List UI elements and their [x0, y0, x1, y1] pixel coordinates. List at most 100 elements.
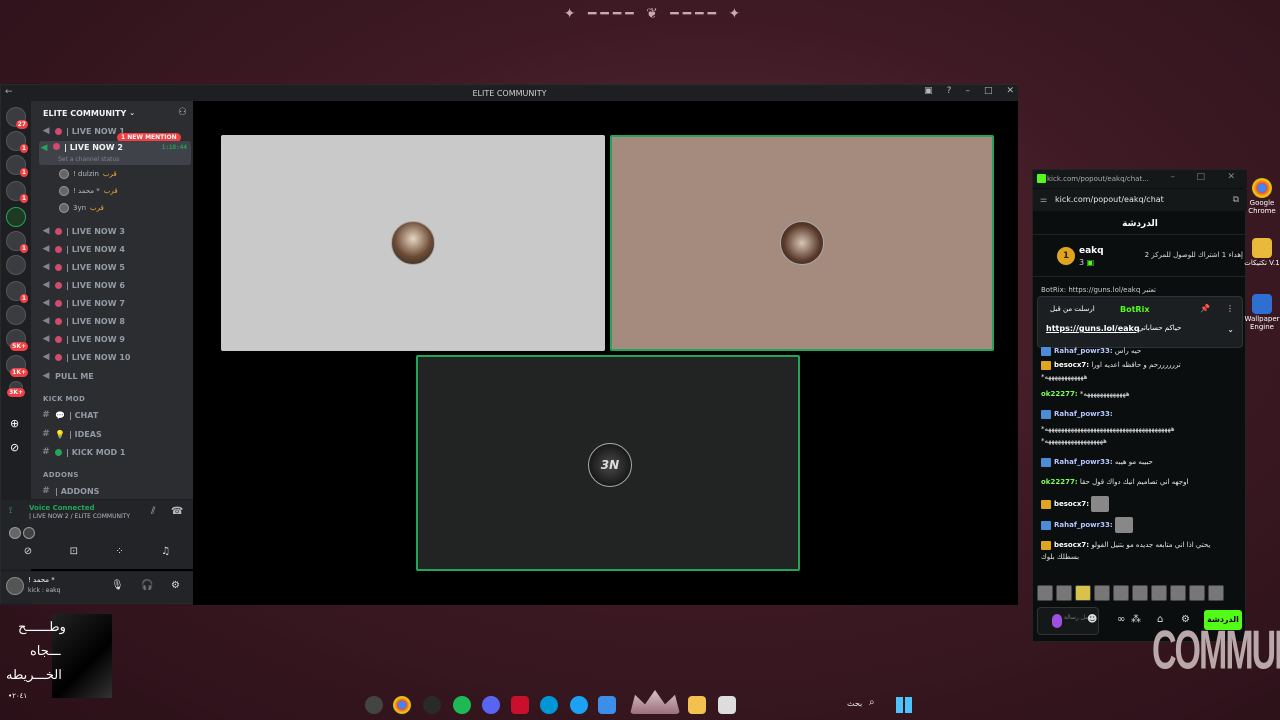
- sub-goal-banner[interactable]: 1 eakq 3 ▣ إهداء 1 اشتراك للوصول للمركز …: [1033, 237, 1247, 277]
- file-explorer-icon[interactable]: [688, 696, 706, 714]
- server-icon[interactable]: 27: [6, 107, 28, 129]
- chat-username[interactable]: Rahaf_powr33:: [1054, 521, 1113, 529]
- video-tile[interactable]: [221, 135, 605, 351]
- hp-icon[interactable]: [540, 696, 558, 714]
- voice-connected-title[interactable]: Voice Connected: [29, 504, 95, 512]
- tips-icon[interactable]: [570, 696, 588, 714]
- server-icon[interactable]: 1: [6, 231, 28, 253]
- chat-message[interactable]: Rahaf_powr33: حبيبه مو هيبه: [1041, 457, 1241, 467]
- screen-share-icon[interactable]: ⊡: [70, 546, 78, 557]
- notepad-icon[interactable]: [718, 696, 736, 714]
- server-icon[interactable]: 1: [6, 155, 28, 177]
- emote-icon[interactable]: [1094, 585, 1110, 601]
- users-icon[interactable]: ⁂: [1131, 614, 1141, 625]
- discover-icon[interactable]: ⊘: [10, 441, 19, 454]
- voice-user[interactable]: 3yn قرب: [59, 201, 104, 215]
- emote-icon[interactable]: [1113, 585, 1129, 601]
- minimize-button[interactable]: –: [965, 86, 970, 96]
- emote-icon[interactable]: [1056, 585, 1072, 601]
- pinned-link[interactable]: https://guns.lol/eakq: [1046, 324, 1140, 333]
- channel-status[interactable]: Set a channel status: [58, 156, 119, 163]
- chat-message[interactable]: Rahaf_powr33:: [1041, 409, 1241, 419]
- store-icon[interactable]: [598, 696, 616, 714]
- maximize-button[interactable]: □: [1196, 172, 1205, 182]
- taskbar-search[interactable]: بحث ⌕: [745, 696, 885, 714]
- inbox-icon[interactable]: ▣: [924, 86, 933, 96]
- desktop-icon-wallpaper-engine[interactable]: Wallpaper Engine: [1244, 294, 1280, 331]
- server-icon[interactable]: 1: [6, 281, 28, 303]
- close-button[interactable]: ✕: [1006, 86, 1014, 96]
- help-icon[interactable]: ?: [947, 86, 952, 96]
- category-kick-mod[interactable]: KICK MOD: [43, 395, 85, 403]
- guild-header[interactable]: ELITE COMMUNITY ⌄ ⚇: [31, 101, 193, 125]
- chat-message[interactable]: Rahaf_powr33:: [1041, 517, 1241, 533]
- channel-ideas[interactable]: # 💡 | IDEAS: [41, 426, 191, 442]
- chat-message[interactable]: besocx7:: [1041, 496, 1241, 512]
- category-addons[interactable]: ADDONS: [43, 471, 79, 479]
- chat-message[interactable]: ok22277: اوجهه اني تصاميم انيك دواك قول …: [1041, 477, 1241, 487]
- desktop-icon-folder[interactable]: تكتيكات V.1: [1244, 238, 1280, 267]
- emote-icon[interactable]: [1151, 585, 1167, 601]
- url-bar[interactable]: ⚌ kick.com/popout/eakq/chat ⧉: [1033, 189, 1247, 211]
- chat-username[interactable]: besocx7:: [1054, 500, 1089, 508]
- channel-chat[interactable]: # 💬 | CHAT: [41, 407, 191, 423]
- channel-item[interactable]: ◀ | LIVE NOW 9: [41, 331, 191, 347]
- chat-message[interactable]: besocx7: تررررررحم و حافظه اعديه اورا: [1041, 360, 1241, 370]
- noise-suppression-icon[interactable]: ⫽: [151, 506, 155, 517]
- chat-username[interactable]: Rahaf_powr33:: [1054, 410, 1113, 418]
- emote-icon[interactable]: [1189, 585, 1205, 601]
- server-icon[interactable]: [6, 305, 26, 325]
- server-icon[interactable]: 3K+: [7, 381, 25, 397]
- channel-item[interactable]: ◀ | LIVE NOW 6: [41, 277, 191, 293]
- pinned-message[interactable]: 📌 ⋮ BotRix ارسلت من قبل https://guns.lol…: [1037, 296, 1243, 348]
- site-settings-icon[interactable]: ⚌: [1040, 189, 1047, 211]
- settings-icon[interactable]: [423, 696, 441, 714]
- channel-item[interactable]: ◀ | LIVE NOW 5: [41, 259, 191, 275]
- chat-username[interactable]: besocx7:: [1054, 541, 1089, 549]
- emote-icon[interactable]: [1037, 585, 1053, 601]
- camera-off-icon[interactable]: ⊘: [24, 546, 32, 557]
- maximize-button[interactable]: □: [984, 86, 993, 96]
- headphones-icon[interactable]: 🎧: [141, 580, 153, 591]
- emote-icon[interactable]: [1075, 585, 1091, 601]
- video-tile-speaking[interactable]: [610, 135, 994, 351]
- chat-message[interactable]: besocx7: يحتي اذا اني متابعه جديده مو بت…: [1041, 540, 1241, 550]
- chevron-down-icon[interactable]: ⌄: [1227, 325, 1234, 334]
- translate-icon[interactable]: ⧉: [1233, 189, 1239, 211]
- channel-pull-me[interactable]: ◀ PULL ME: [41, 368, 191, 384]
- desktop-icon-chrome[interactable]: Google Chrome: [1244, 178, 1280, 215]
- voice-connected-subtitle[interactable]: | LIVE NOW 2 / ELITE COMMUNITY: [29, 513, 130, 520]
- steam-icon[interactable]: [365, 696, 383, 714]
- invite-icon[interactable]: ⚇: [178, 107, 187, 118]
- close-button[interactable]: ✕: [1227, 172, 1235, 182]
- channel-item[interactable]: ◀ | LIVE NOW 3: [41, 223, 191, 239]
- chat-username[interactable]: ok22277:: [1041, 478, 1078, 486]
- channel-item[interactable]: ◀ | LIVE NOW 7: [41, 295, 191, 311]
- chat-username[interactable]: ok22277:: [1041, 390, 1078, 398]
- emote-icon[interactable]: [1208, 585, 1224, 601]
- channel-item[interactable]: ◀ | LIVE NOW 8: [41, 313, 191, 329]
- server-icon[interactable]: 1: [6, 131, 28, 153]
- emoji-icon[interactable]: ☻: [1087, 614, 1097, 625]
- server-icon[interactable]: [6, 255, 26, 275]
- server-icon[interactable]: 5K+: [6, 329, 28, 351]
- chat-message[interactable]: Rahaf_powr33: حيه راس: [1041, 346, 1241, 356]
- voice-user[interactable]: ! dulzin قرب: [59, 167, 117, 181]
- soundboard-icon[interactable]: ♫: [161, 546, 170, 557]
- avatar[interactable]: [6, 577, 24, 595]
- emote-icon[interactable]: [1170, 585, 1186, 601]
- channel-item[interactable]: ◀ | LIVE NOW 4: [41, 241, 191, 257]
- chat-username[interactable]: besocx7:: [1054, 361, 1089, 369]
- chrome-icon[interactable]: [393, 696, 411, 714]
- chat-username[interactable]: Rahaf_powr33:: [1054, 458, 1113, 466]
- mic-icon[interactable]: 🎙: [111, 580, 124, 591]
- antivirus-icon[interactable]: [511, 696, 529, 714]
- server-icon[interactable]: 1: [6, 181, 28, 203]
- discord-icon[interactable]: [482, 696, 500, 714]
- video-tile-speaking[interactable]: 3N: [416, 355, 800, 571]
- chat-message[interactable]: ok22277: *هههههههههههههه: [1041, 389, 1241, 399]
- channel-item[interactable]: ◀ | LIVE NOW 10: [41, 349, 191, 365]
- channel-addons[interactable]: # | ADDONS: [41, 483, 191, 499]
- infinity-icon[interactable]: ∞: [1117, 614, 1125, 625]
- spotify-icon[interactable]: [453, 696, 471, 714]
